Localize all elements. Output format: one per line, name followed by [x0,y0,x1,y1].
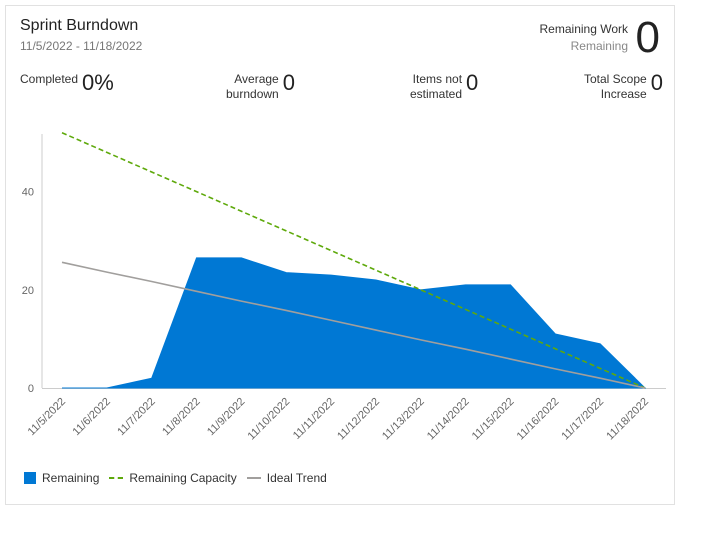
legend-label-ideal-trend: Ideal Trend [266,471,327,485]
y-tick-label: 20 [22,285,34,297]
y-tick-label: 40 [22,187,34,199]
legend-swatch-remaining-capacity [109,477,124,479]
burndown-chart: 0 20 40 11/5/2022 11/6/2022 11/7/2022 11/8/202… [22,131,666,443]
x-tick-label: 11/11/2022 [291,396,337,442]
x-tick-label: 11/18/2022 [604,396,651,443]
x-tick-label: 11/6/2022 [70,396,113,439]
y-tick-label: 0 [28,383,34,395]
x-tick-label: 11/10/2022 [246,396,293,443]
legend-swatch-remaining [24,472,36,484]
legend-item-remaining-capacity[interactable]: Remaining Capacity [109,471,237,485]
legend-label-remaining: Remaining [42,471,100,485]
x-tick-label: 11/9/2022 [205,396,248,439]
x-tick-label: 11/7/2022 [115,396,158,439]
x-tick-label: 11/17/2022 [559,396,606,443]
legend-swatch-ideal-trend [246,477,261,479]
x-tick-label: 11/12/2022 [335,396,382,443]
x-tick-label: 11/5/2022 [26,396,69,439]
x-tick-label: 11/16/2022 [515,396,562,443]
x-tick-label: 11/13/2022 [380,396,427,443]
legend-label-remaining-capacity: Remaining Capacity [129,471,237,485]
chart-legend: Remaining Remaining Capacity Ideal Trend [24,471,337,485]
x-tick-label: 11/8/2022 [160,396,203,439]
burndown-widget: Sprint Burndown 11/5/2022 - 11/18/2022 R… [5,5,675,505]
x-tick-label: 11/15/2022 [470,396,517,443]
x-tick-label: 11/14/2022 [425,396,472,443]
legend-item-remaining[interactable]: Remaining [24,471,99,485]
series-remaining-area [62,257,647,389]
legend-item-ideal-trend[interactable]: Ideal Trend [246,471,327,485]
